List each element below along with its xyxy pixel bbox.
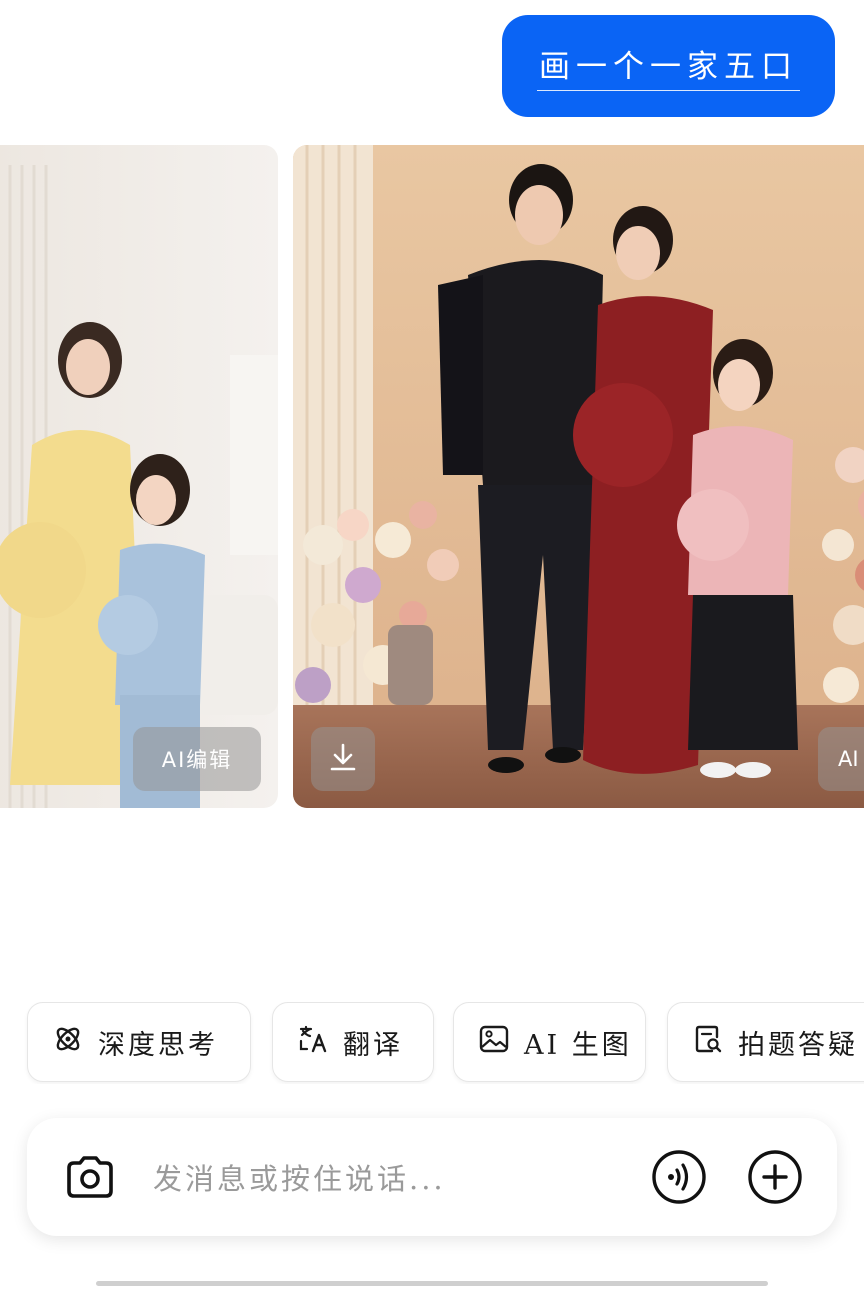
translate-label: 翻译 bbox=[343, 1029, 403, 1061]
plus-button[interactable] bbox=[746, 1148, 804, 1206]
ai-image-chip[interactable]: AI 生图 bbox=[453, 1002, 646, 1082]
user-message-text: 画一个一家五口 bbox=[537, 41, 800, 91]
camera-icon bbox=[61, 1156, 119, 1210]
translate-icon bbox=[297, 1023, 329, 1062]
atom-icon bbox=[52, 1023, 84, 1062]
download-icon bbox=[329, 742, 357, 776]
deep-think-chip[interactable]: 深度思考 bbox=[27, 1002, 251, 1082]
document-search-icon bbox=[692, 1023, 724, 1062]
photo-question-label: 拍题答疑 bbox=[738, 1029, 858, 1061]
user-message-bubble: 画一个一家五口 bbox=[502, 15, 835, 117]
message-input-placeholder[interactable]: 发消息或按住说话... bbox=[153, 1156, 446, 1198]
plus-icon bbox=[746, 1150, 804, 1210]
ai-edit-label-right: AI bbox=[838, 747, 859, 771]
voice-icon bbox=[650, 1150, 708, 1210]
image-carousel[interactable]: AI编辑 AI bbox=[0, 145, 864, 810]
ai-edit-label: AI编辑 bbox=[161, 748, 233, 772]
photo-question-chip[interactable]: 拍题答疑 bbox=[667, 1002, 864, 1082]
image-icon bbox=[478, 1023, 510, 1062]
ai-edit-button-right[interactable]: AI bbox=[818, 727, 864, 791]
ai-edit-button[interactable]: AI编辑 bbox=[133, 727, 261, 791]
generated-image-main[interactable] bbox=[293, 145, 864, 808]
generated-image-left[interactable] bbox=[0, 145, 278, 808]
translate-chip[interactable]: 翻译 bbox=[272, 1002, 434, 1082]
download-button[interactable] bbox=[311, 727, 375, 791]
message-input-bar[interactable]: 发消息或按住说话... bbox=[27, 1118, 837, 1236]
ai-image-label: AI 生图 bbox=[524, 1029, 632, 1061]
voice-button[interactable] bbox=[650, 1148, 708, 1206]
home-indicator bbox=[96, 1281, 768, 1286]
deep-think-label: 深度思考 bbox=[98, 1029, 218, 1061]
camera-button[interactable] bbox=[61, 1148, 119, 1206]
quick-actions: 深度思考 翻译 AI 生图 拍题答疑 bbox=[0, 1002, 864, 1084]
